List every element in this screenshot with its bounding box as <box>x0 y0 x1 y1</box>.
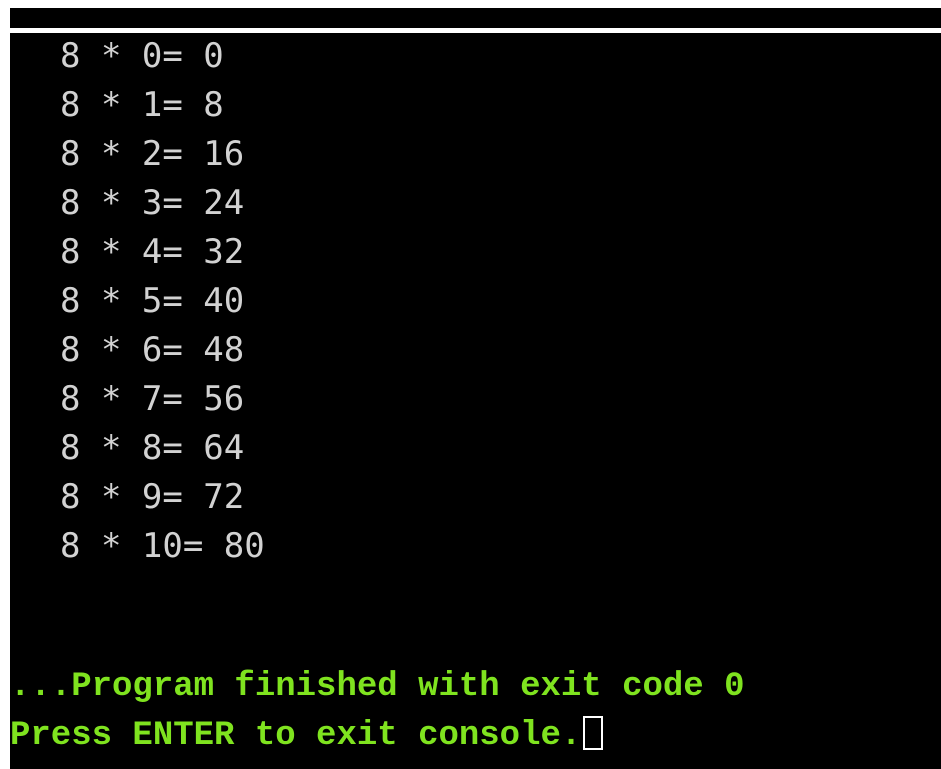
screenshot-frame: 8 * 0= 0 8 * 1= 8 8 * 2= 16 8 * 3= 24 8 … <box>0 0 941 769</box>
output-line: 8 * 8= 64 <box>60 428 245 468</box>
output-line: 8 * 3= 24 <box>60 183 245 223</box>
output-line: 8 * 7= 56 <box>60 379 245 419</box>
output-line: 8 * 4= 32 <box>60 232 245 272</box>
console-output-area[interactable]: 8 * 0= 0 8 * 1= 8 8 * 2= 16 8 * 3= 24 8 … <box>10 33 941 769</box>
output-line: 8 * 10= 80 <box>60 526 265 566</box>
exit-prompt-text: Press ENTER to exit console. <box>10 717 582 755</box>
exit-prompt-line[interactable]: Press ENTER to exit console. <box>10 716 604 756</box>
console-top-bar <box>10 8 941 28</box>
output-line: 8 * 9= 72 <box>60 477 245 517</box>
program-finished-message: ...Program finished with exit code 0 <box>10 668 745 706</box>
text-cursor <box>583 716 604 750</box>
output-line: 8 * 1= 8 <box>60 85 224 125</box>
output-line: 8 * 6= 48 <box>60 330 245 370</box>
output-line: 8 * 0= 0 <box>60 36 224 76</box>
output-line: 8 * 2= 16 <box>60 134 245 174</box>
output-line: 8 * 5= 40 <box>60 281 245 321</box>
